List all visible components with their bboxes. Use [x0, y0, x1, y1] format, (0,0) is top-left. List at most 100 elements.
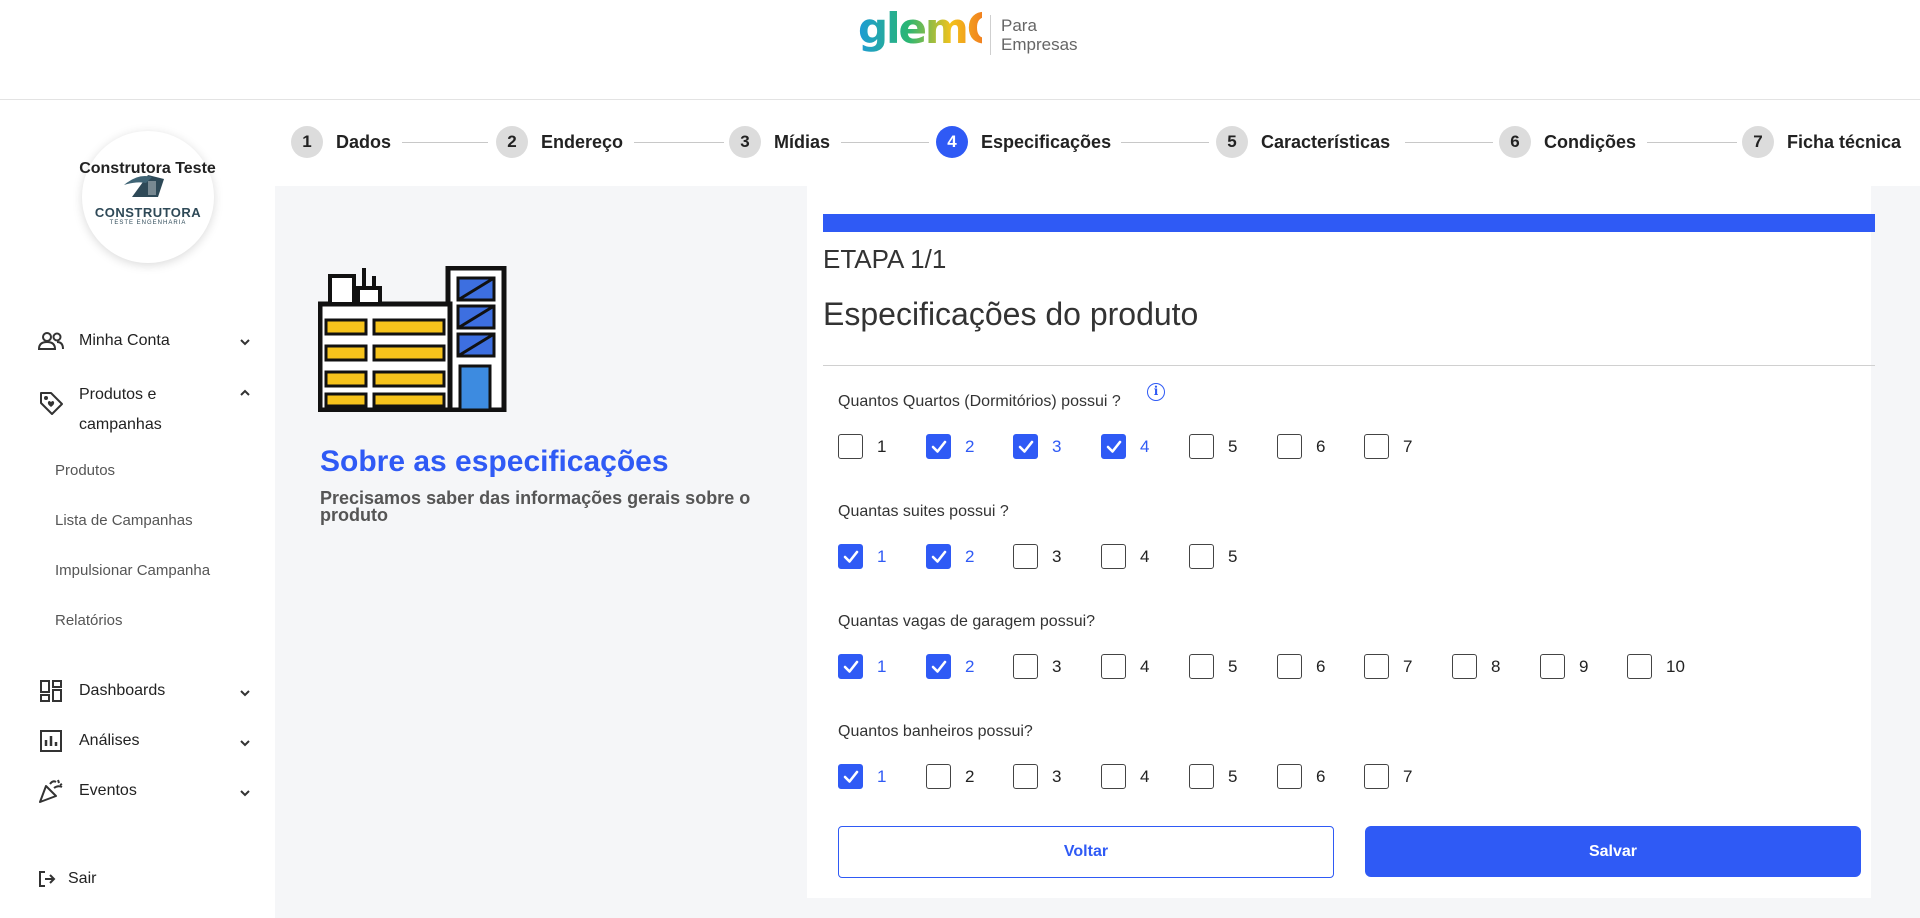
- checkbox-checked[interactable]: [1101, 434, 1126, 459]
- option-checkbox[interactable]: 6: [1277, 434, 1325, 459]
- logout-button[interactable]: Sair: [38, 870, 96, 888]
- check-icon: [931, 440, 946, 453]
- checkbox-checked[interactable]: [1013, 434, 1038, 459]
- checkbox-unchecked[interactable]: [1364, 434, 1389, 459]
- step-caracteristicas[interactable]: 5 Características: [1216, 126, 1390, 158]
- option-checkbox[interactable]: 1: [838, 544, 886, 569]
- option-checkbox[interactable]: 7: [1364, 764, 1412, 789]
- step-endereco[interactable]: 2 Endereço: [496, 126, 623, 158]
- option-label: 4: [1140, 436, 1150, 456]
- nav-dashboards[interactable]: Dashboards: [38, 678, 165, 704]
- checkbox-unchecked[interactable]: [1013, 544, 1038, 569]
- checkbox-unchecked[interactable]: [1013, 764, 1038, 789]
- checkbox-unchecked[interactable]: [838, 434, 863, 459]
- checkbox-unchecked[interactable]: [1189, 654, 1214, 679]
- step-midias[interactable]: 3 Mídias: [729, 126, 830, 158]
- subnav-lista-campanhas[interactable]: Lista de Campanhas: [55, 512, 193, 529]
- nav-produtos-campanhas[interactable]: Produtos e campanhas: [38, 380, 162, 440]
- nav-analises[interactable]: Análises: [38, 728, 139, 754]
- option-checkbox[interactable]: 2: [926, 544, 974, 569]
- option-checkbox[interactable]: 3: [1013, 544, 1061, 569]
- option-checkbox[interactable]: 1: [838, 764, 886, 789]
- checkbox-unchecked[interactable]: [1277, 434, 1302, 459]
- checkbox-checked[interactable]: [926, 434, 951, 459]
- step-ficha-tecnica[interactable]: 7 Ficha técnica: [1742, 126, 1901, 158]
- nav-eventos[interactable]: Eventos: [38, 778, 137, 804]
- checkbox-unchecked[interactable]: [1189, 764, 1214, 789]
- checkbox-unchecked[interactable]: [1364, 654, 1389, 679]
- chevron-up-icon[interactable]: [238, 386, 252, 400]
- checkbox-unchecked[interactable]: [1452, 654, 1477, 679]
- option-checkbox[interactable]: 5: [1189, 654, 1237, 679]
- step-condicoes[interactable]: 6 Condições: [1499, 126, 1636, 158]
- checkbox-checked[interactable]: [926, 544, 951, 569]
- option-checkbox[interactable]: 4: [1101, 544, 1149, 569]
- checkbox-unchecked[interactable]: [1189, 544, 1214, 569]
- subnav-relatorios[interactable]: Relatórios: [55, 612, 123, 629]
- subnav-impulsionar-campanha[interactable]: Impulsionar Campanha: [55, 562, 210, 579]
- checkbox-checked[interactable]: [838, 654, 863, 679]
- option-checkbox[interactable]: 2: [926, 764, 974, 789]
- checkbox-unchecked[interactable]: [1101, 544, 1126, 569]
- chevron-down-icon[interactable]: [238, 686, 252, 700]
- option-checkbox[interactable]: 10: [1627, 654, 1685, 679]
- option-checkbox[interactable]: 3: [1013, 764, 1061, 789]
- step-number: 3: [729, 126, 761, 158]
- chevron-down-icon[interactable]: [238, 786, 252, 800]
- logout-label: Sair: [68, 870, 97, 887]
- option-checkbox[interactable]: 6: [1277, 764, 1325, 789]
- step-number: 4: [936, 126, 968, 158]
- checkbox-unchecked[interactable]: [1189, 434, 1214, 459]
- option-label: 4: [1140, 766, 1150, 786]
- checkbox-checked[interactable]: [838, 764, 863, 789]
- etapa-label: ETAPA 1/1: [823, 244, 947, 274]
- option-label: 6: [1316, 656, 1326, 676]
- option-checkbox[interactable]: 4: [1101, 434, 1149, 459]
- checkbox-unchecked[interactable]: [1540, 654, 1565, 679]
- checkbox-unchecked[interactable]: [1277, 654, 1302, 679]
- option-checkbox[interactable]: 1: [838, 434, 886, 459]
- chevron-down-icon[interactable]: [238, 736, 252, 750]
- info-icon[interactable]: i: [1147, 383, 1165, 401]
- step-especificacoes[interactable]: 4 Especificações: [936, 126, 1111, 158]
- nav-label: Produtos e campanhas: [79, 386, 162, 433]
- option-checkbox[interactable]: 2: [926, 434, 974, 459]
- option-label: 1: [877, 766, 887, 786]
- option-checkbox[interactable]: 4: [1101, 764, 1149, 789]
- step-label: Endereço: [541, 131, 624, 152]
- option-checkbox[interactable]: 5: [1189, 764, 1237, 789]
- option-checkbox[interactable]: 8: [1452, 654, 1500, 679]
- option-checkbox[interactable]: 5: [1189, 544, 1237, 569]
- option-checkbox[interactable]: 7: [1364, 434, 1412, 459]
- checkbox-unchecked[interactable]: [1277, 764, 1302, 789]
- option-checkbox[interactable]: 5: [1189, 434, 1237, 459]
- back-button[interactable]: Voltar: [838, 826, 1334, 878]
- celebration-icon: [38, 778, 64, 804]
- checkbox-checked[interactable]: [926, 654, 951, 679]
- checkbox-checked[interactable]: [838, 544, 863, 569]
- option-checkbox[interactable]: 3: [1013, 434, 1061, 459]
- checkbox-unchecked[interactable]: [1364, 764, 1389, 789]
- step-dados[interactable]: 1 Dados: [291, 126, 391, 158]
- checkbox-unchecked[interactable]: [1101, 654, 1126, 679]
- checkbox-unchecked[interactable]: [926, 764, 951, 789]
- checkbox-unchecked[interactable]: [1101, 764, 1126, 789]
- option-checkbox[interactable]: 9: [1540, 654, 1588, 679]
- top-bar: glemO Para Empresas: [0, 0, 1920, 100]
- option-checkbox[interactable]: 7: [1364, 654, 1412, 679]
- checkbox-unchecked[interactable]: [1627, 654, 1652, 679]
- option-label: 6: [1316, 436, 1326, 456]
- option-label: 7: [1403, 656, 1413, 676]
- subnav-produtos[interactable]: Produtos: [55, 462, 115, 479]
- save-button[interactable]: Salvar: [1365, 826, 1861, 877]
- option-checkbox[interactable]: 4: [1101, 654, 1149, 679]
- option-checkbox[interactable]: 6: [1277, 654, 1325, 679]
- option-checkbox[interactable]: 2: [926, 654, 974, 679]
- chevron-down-icon[interactable]: [238, 335, 252, 349]
- option-checkbox[interactable]: 3: [1013, 654, 1061, 679]
- company-avatar[interactable]: CONSTRUTORA TESTE ENGENHARIA: [82, 131, 214, 263]
- nav-minha-conta[interactable]: Minha Conta: [38, 328, 170, 354]
- glemo-logo[interactable]: glemO Para Empresas: [858, 4, 1078, 60]
- checkbox-unchecked[interactable]: [1013, 654, 1038, 679]
- option-checkbox[interactable]: 1: [838, 654, 886, 679]
